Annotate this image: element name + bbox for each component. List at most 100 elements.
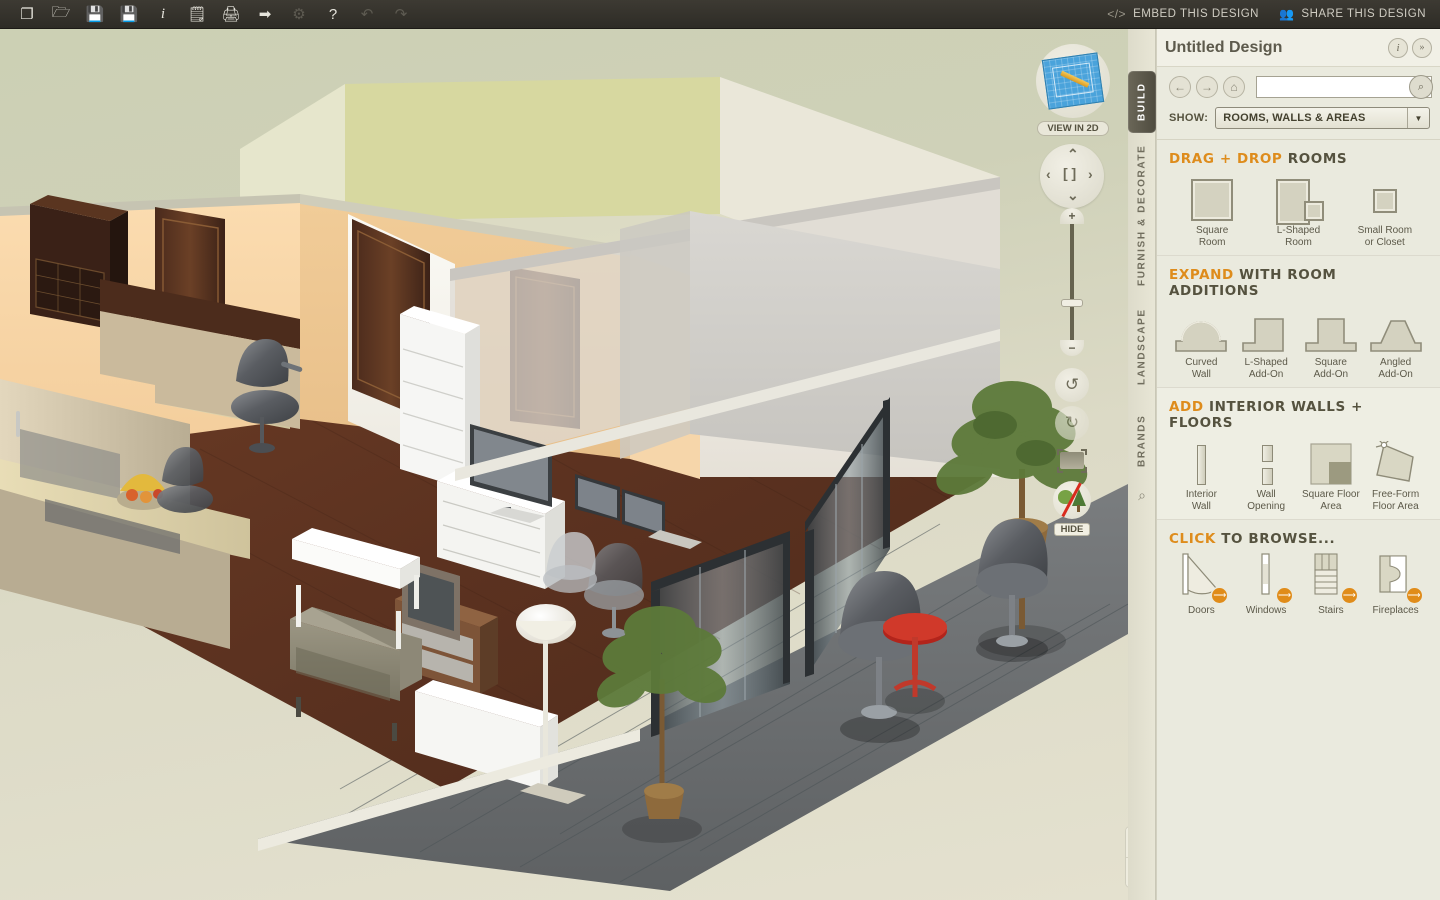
chevron-down-icon[interactable]: ▼ (1407, 108, 1429, 128)
redo-icon[interactable]: ↷ (384, 1, 418, 28)
show-label: SHOW: (1169, 112, 1209, 124)
open-folder-icon[interactable]: 🗁 (44, 1, 78, 28)
crop-corner-tl (1057, 449, 1063, 455)
save-as-icon[interactable]: 💾 (112, 1, 146, 28)
item-fireplaces-label: Fireplaces (1372, 605, 1419, 616)
new-file-icon[interactable]: ❐ (10, 1, 44, 28)
item-free-form-floor-area[interactable]: Free-Form Floor Area (1363, 439, 1428, 513)
vtab-landscape[interactable]: LANDSCAPE (1128, 297, 1156, 397)
section-title-browse: CLICK TO BROWSE... (1169, 531, 1428, 547)
section-title-rooms: DRAG + DROP ROOMS (1169, 151, 1428, 167)
pan-left-button[interactable]: ‹ (1046, 166, 1051, 182)
zoom-thumb[interactable] (1061, 299, 1083, 307)
view-in-2d-button[interactable]: VIEW IN 2D (1036, 44, 1110, 136)
help-icon[interactable]: ? (316, 1, 350, 28)
item-curved-wall[interactable]: Curved Wall (1169, 307, 1234, 381)
search-submit-icon[interactable]: ⌕ (1409, 75, 1433, 99)
pan-down-button[interactable]: ⌄ (1067, 187, 1079, 204)
embed-design-label: EMBED THIS DESIGN (1133, 8, 1259, 20)
zoom-slider[interactable]: + − (1060, 208, 1084, 356)
item-l-shaped-room-label: L-Shaped Room (1276, 225, 1321, 248)
item-square-add-on-label: Square Add-On (1313, 357, 1349, 380)
window-icon: ⟶ (1244, 553, 1293, 603)
square-floor-area-icon (1310, 439, 1352, 485)
item-interior-wall-label: Interior Wall (1185, 489, 1217, 512)
floorplan-2d-icon (1041, 52, 1105, 110)
nav-home-icon[interactable]: ⌂ (1223, 76, 1245, 98)
vtab-build[interactable]: BUILD (1128, 71, 1156, 133)
pan-up-button[interactable]: ⌃ (1067, 146, 1079, 163)
browse-arrow-badge-stairs[interactable]: ⟶ (1341, 588, 1357, 603)
terrace-egg-chair-2[interactable] (976, 519, 1048, 662)
vtab-furnish-and-decorate[interactable]: FURNISH & DECORATE (1128, 141, 1156, 289)
browse-arrow-badge-doors[interactable]: ⟶ (1212, 588, 1228, 603)
item-l-shaped-add-on[interactable]: L-Shaped Add-On (1234, 307, 1299, 381)
rooms-item-list: Square Room L-Shaped Room Small Room or … (1169, 175, 1428, 249)
nav-forward-icon[interactable]: → (1196, 76, 1218, 98)
rotate-clockwise-icon[interactable]: ↻ (1055, 406, 1089, 440)
item-square-room-label: Square Room (1196, 225, 1229, 248)
hide-label: HIDE (1053, 523, 1091, 536)
walls-item-list: Interior Wall Wall Opening Square Floor … (1169, 439, 1428, 513)
item-square-add-on[interactable]: Square Add-On (1299, 307, 1364, 381)
white-shelf-unit[interactable] (400, 306, 480, 489)
save-icon[interactable]: 💾 (78, 1, 112, 28)
section-interior-walls-floors: ADD INTERIOR WALLS + FLOORS Interior Wal… (1157, 388, 1440, 519)
floorplan-3d-render[interactable] (0, 29, 1128, 900)
square-add-on-icon (1304, 307, 1358, 353)
pan-center-button[interactable]: [ ] (1063, 165, 1076, 181)
item-small-room-or-closet[interactable]: Small Room or Closet (1342, 175, 1428, 249)
item-curved-wall-label: Curved Wall (1185, 357, 1218, 380)
item-windows-label: Windows (1245, 605, 1287, 616)
people-icon: 👥 (1278, 7, 1295, 21)
item-windows[interactable]: ⟶ Windows (1234, 553, 1299, 617)
fit-to-screen-icon[interactable] (1057, 449, 1087, 473)
settings-gear-icon[interactable]: ⚙ (282, 1, 316, 28)
code-icon: </> (1107, 7, 1127, 21)
vtab-brands[interactable]: BRANDS (1128, 405, 1156, 477)
mode-tab-strip: BUILD FURNISH & DECORATE LANDSCAPE BRAND… (1128, 29, 1156, 900)
crop-corner-tr (1081, 449, 1087, 455)
info-icon[interactable]: i (146, 1, 180, 28)
design-canvas-3d[interactable] (0, 29, 1128, 900)
pan-right-button[interactable]: › (1088, 166, 1093, 182)
item-square-room[interactable]: Square Room (1169, 175, 1255, 249)
export-icon[interactable]: ➡ (248, 1, 282, 28)
item-l-shaped-room[interactable]: L-Shaped Room (1255, 175, 1341, 249)
zoom-in-button[interactable]: + (1060, 208, 1084, 224)
share-design-button[interactable]: 👥 SHARE THIS DESIGN (1279, 7, 1426, 21)
item-angled-add-on-label: Angled Add-On (1378, 357, 1413, 380)
rotate-counterclockwise-icon[interactable]: ↺ (1055, 368, 1089, 402)
pan-control[interactable]: ⌃ ⌄ ‹ › [ ] (1040, 144, 1104, 208)
item-angled-add-on[interactable]: Angled Add-On (1363, 307, 1428, 381)
undo-icon[interactable]: ↶ (350, 1, 384, 28)
panel-expand-icon[interactable]: » (1412, 37, 1432, 58)
zoom-out-button[interactable]: − (1060, 340, 1084, 356)
search-input[interactable] (1256, 76, 1432, 98)
browse-arrow-badge-windows[interactable]: ⟶ (1277, 588, 1293, 603)
notes-icon[interactable]: 🗒 (180, 1, 214, 28)
zoom-track[interactable] (1070, 222, 1074, 342)
panel-header: Untitled Design i » (1157, 29, 1440, 67)
search-icon[interactable]: ⌕ (1133, 487, 1151, 505)
section-title-rest: ROOMS (1282, 151, 1348, 167)
item-doors[interactable]: ⟶ Doors (1169, 553, 1234, 617)
hide-plants-button[interactable]: HIDE (1053, 481, 1091, 537)
toolbar-icon-group: ❐ 🗁 💾 💾 i 🗒 🖨 ➡ ⚙ ? ↶ ↷ (0, 1, 418, 28)
item-square-floor-area[interactable]: Square Floor Area (1299, 439, 1364, 513)
item-wall-opening[interactable]: Wall Opening (1234, 439, 1299, 513)
share-design-label: SHARE THIS DESIGN (1301, 8, 1426, 20)
panel-info-icon[interactable]: i (1388, 37, 1408, 58)
view-2d-disc (1036, 44, 1110, 118)
item-interior-wall[interactable]: Interior Wall (1169, 439, 1234, 513)
print-icon[interactable]: 🖨 (214, 1, 248, 28)
l-shaped-room-icon (1276, 175, 1325, 225)
section-title-highlight-4: CLICK (1169, 531, 1216, 547)
show-select[interactable]: ROOMS, WALLS & AREAS ▼ (1215, 107, 1430, 129)
toolbar-actions: </> EMBED THIS DESIGN 👥 SHARE THIS DESIG… (1107, 7, 1440, 21)
item-stairs[interactable]: ⟶ Stairs (1299, 553, 1364, 617)
item-fireplaces[interactable]: ⟶ Fireplaces (1363, 555, 1428, 617)
nav-back-icon[interactable]: ← (1169, 76, 1191, 98)
browse-arrow-badge-fireplaces[interactable]: ⟶ (1406, 588, 1422, 603)
embed-design-button[interactable]: </> EMBED THIS DESIGN (1107, 7, 1259, 21)
